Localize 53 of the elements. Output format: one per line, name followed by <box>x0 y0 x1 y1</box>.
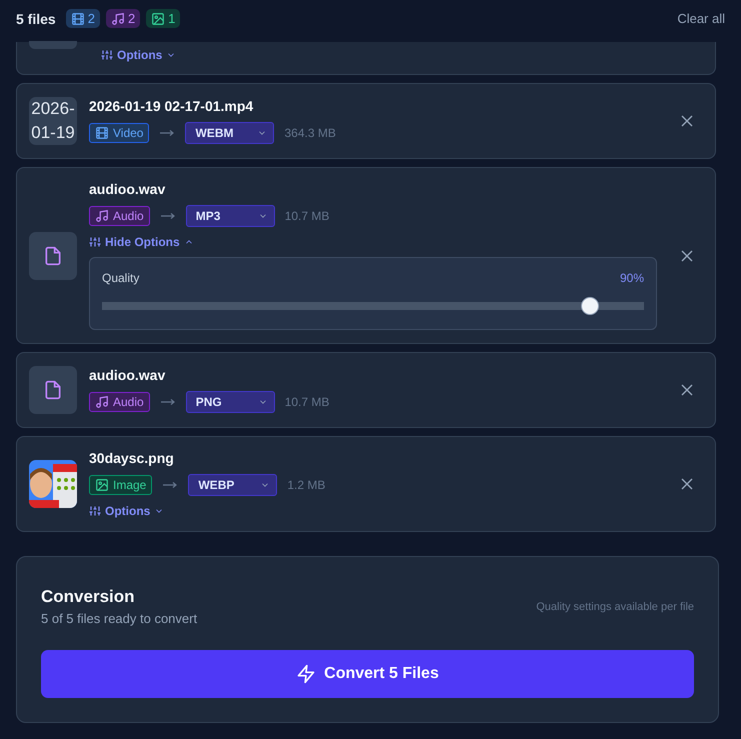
clear-all-link[interactable]: Clear all <box>677 11 725 26</box>
close-icon <box>681 478 693 490</box>
film-icon <box>95 126 109 140</box>
format-dropdown[interactable]: MP3 <box>186 205 275 227</box>
format-dropdown[interactable]: WEBP <box>188 474 278 496</box>
music-note-icon <box>110 12 125 26</box>
file-icon <box>43 244 63 266</box>
music-note-icon <box>95 209 109 223</box>
quality-label: Quality <box>102 271 140 285</box>
file-size: 364.3 MB <box>284 126 336 140</box>
file-size: 10.7 MB <box>284 395 330 409</box>
quality-value: 90% <box>620 271 644 285</box>
type-count-badge: 1 <box>146 9 180 28</box>
sliders-icon <box>89 505 101 517</box>
sliders-icon <box>101 49 113 61</box>
close-icon <box>681 250 693 262</box>
arrow-icon <box>160 212 176 220</box>
file-size: 10.7 MB <box>284 209 330 223</box>
file-name: 30daysc.png <box>89 450 175 466</box>
file-name: 2026-01-19 02-17-01.mp4 <box>89 98 254 114</box>
arrow-icon <box>159 129 176 137</box>
quality-note: Quality settings available per file <box>536 600 694 612</box>
music-note-icon <box>95 395 109 409</box>
file-name: audioo.wav <box>89 367 166 383</box>
file-type-tag: Video <box>89 123 150 143</box>
file-type-tag: Audio <box>89 206 150 226</box>
format-dropdown[interactable]: PNG <box>186 391 275 413</box>
conversion-status: 5 of 5 files ready to convert <box>41 611 198 626</box>
conversion-title: Conversion <box>41 587 136 607</box>
film-icon <box>70 12 85 26</box>
type-count-badge: 2 <box>106 9 140 28</box>
options-toggle[interactable]: Options <box>89 504 164 518</box>
arrow-icon <box>160 398 176 406</box>
arrow-icon <box>162 481 178 489</box>
convert-button[interactable]: Convert 5 Files <box>41 650 694 698</box>
close-icon <box>681 384 693 396</box>
image-icon <box>95 478 109 492</box>
file-size: 1.2 MB <box>287 478 326 492</box>
image-icon <box>151 12 166 26</box>
lightning-icon <box>296 664 316 684</box>
file-name: audioo.wav <box>89 181 166 197</box>
thumbnail-text: 2026-01-19 <box>29 97 77 145</box>
options-toggle[interactable]: Options <box>101 48 176 62</box>
options-toggle[interactable]: Hide Options <box>89 235 194 249</box>
close-icon <box>681 115 693 127</box>
type-count-badge: 2 <box>66 9 100 28</box>
slider-thumb[interactable] <box>580 297 599 315</box>
format-dropdown[interactable]: WEBM <box>185 122 274 144</box>
sliders-icon <box>89 236 101 248</box>
file-type-tag: Image <box>89 475 152 495</box>
file-count: 5 files <box>16 10 56 26</box>
file-type-tag: Audio <box>89 392 150 412</box>
file-icon <box>43 379 63 401</box>
